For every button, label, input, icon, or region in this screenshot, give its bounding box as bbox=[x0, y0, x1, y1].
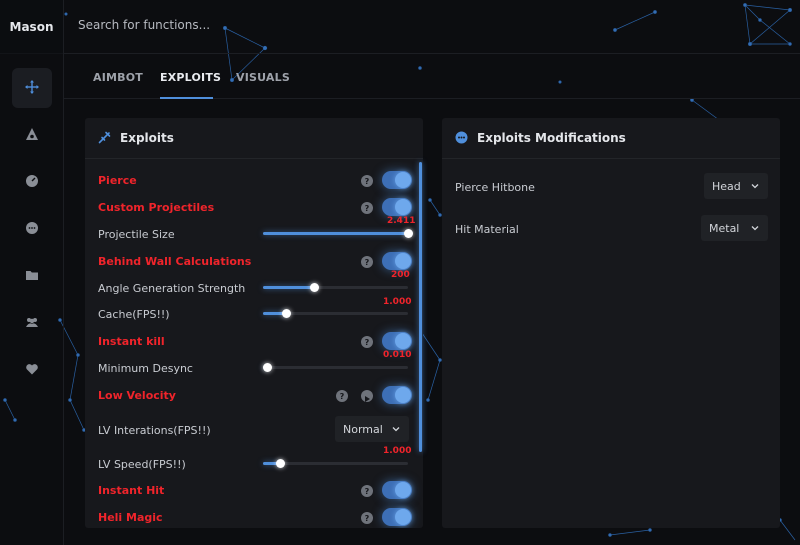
min-desync-label: Minimum Desync bbox=[98, 362, 193, 375]
behind-wall-toggle[interactable] bbox=[382, 252, 412, 270]
custom-projectiles-toggle[interactable] bbox=[382, 198, 412, 216]
exploits-panel-title: Exploits bbox=[120, 131, 174, 145]
cache-slider[interactable] bbox=[263, 309, 408, 318]
pierce-hitbone-selected: Head bbox=[712, 179, 741, 193]
angle-gen-value: 200 bbox=[391, 270, 410, 280]
gauge-icon bbox=[25, 173, 39, 192]
app-window: Mason Search for functions... AIMBOT EXP… bbox=[0, 0, 800, 545]
custom-projectiles-help-icon[interactable]: ? bbox=[361, 202, 373, 214]
folder-icon bbox=[25, 267, 39, 286]
pierce-help-icon[interactable]: ? bbox=[361, 175, 373, 187]
heli-magic-help-icon[interactable]: ? bbox=[361, 512, 373, 524]
exploits-panel-header: Exploits bbox=[85, 118, 423, 159]
low-velocity-help-icon[interactable]: ? bbox=[336, 390, 348, 402]
pierce-hitbone-dropdown[interactable]: Head bbox=[704, 173, 768, 199]
angle-gen-label: Angle Generation Strength bbox=[98, 282, 246, 295]
exploits-scrollbar[interactable] bbox=[419, 162, 422, 452]
users-icon bbox=[25, 314, 39, 333]
sidebar-item-favorites[interactable] bbox=[12, 350, 52, 390]
syringe-icon bbox=[98, 129, 111, 148]
sidebar-item-aimbot[interactable] bbox=[12, 68, 52, 108]
chevron-down-icon bbox=[751, 184, 759, 189]
sidebar-item-players[interactable] bbox=[12, 303, 52, 343]
behind-wall-help-icon[interactable]: ? bbox=[361, 256, 373, 268]
min-desync-value: 0.010 bbox=[383, 350, 412, 360]
instant-hit-help-icon[interactable]: ? bbox=[361, 485, 373, 497]
tab-bar: AIMBOT EXPLOITS VISUALS bbox=[64, 54, 800, 99]
exploits-panel: Exploits Pierce ? Custom Projectiles ? 2… bbox=[85, 118, 423, 528]
lv-iterations-label: LV Interations(FPS!!) bbox=[98, 424, 211, 437]
lv-speed-slider[interactable] bbox=[263, 459, 408, 468]
instant-kill-label: Instant kill bbox=[98, 335, 165, 348]
chat-bubble-icon bbox=[25, 220, 39, 239]
heart-icon bbox=[25, 361, 39, 380]
cache-value: 1.000 bbox=[383, 297, 412, 307]
hit-material-label: Hit Material bbox=[455, 223, 519, 236]
behind-wall-label: Behind Wall Calculations bbox=[98, 255, 252, 268]
lv-iterations-dropdown[interactable]: Normal bbox=[335, 416, 409, 442]
heli-magic-label: Heli Magic bbox=[98, 511, 163, 524]
low-velocity-label: Low Velocity bbox=[98, 389, 176, 402]
tab-visuals[interactable]: VISUALS bbox=[236, 71, 290, 84]
tab-exploits[interactable]: EXPLOITS bbox=[160, 71, 221, 84]
hit-material-dropdown[interactable]: Metal bbox=[701, 215, 768, 241]
top-bar: Mason bbox=[0, 0, 800, 54]
custom-projectiles-label: Custom Projectiles bbox=[98, 201, 215, 214]
low-velocity-toggle[interactable] bbox=[382, 386, 412, 404]
min-desync-slider[interactable] bbox=[263, 363, 408, 372]
sidebar bbox=[0, 54, 64, 545]
brand-label: Mason bbox=[0, 0, 64, 54]
projectile-size-value: 2.411 bbox=[387, 216, 416, 226]
sidebar-item-visuals[interactable] bbox=[12, 115, 52, 155]
exploits-mods-panel-header: Exploits Modifications bbox=[442, 118, 780, 159]
pierce-toggle[interactable] bbox=[382, 171, 412, 189]
cache-label: Cache(FPS!!) bbox=[98, 308, 170, 321]
tab-aimbot[interactable]: AIMBOT bbox=[93, 71, 143, 84]
instant-hit-toggle[interactable] bbox=[382, 481, 412, 499]
chevron-down-icon bbox=[751, 226, 759, 231]
pierce-hitbone-label: Pierce Hitbone bbox=[455, 181, 535, 194]
hit-material-selected: Metal bbox=[709, 221, 740, 235]
search-input[interactable] bbox=[78, 18, 378, 32]
exploits-mods-panel: Exploits Modifications Pierce Hitbone He… bbox=[442, 118, 780, 528]
sidebar-item-chat[interactable] bbox=[12, 209, 52, 249]
low-velocity-keybind-icon[interactable] bbox=[361, 390, 373, 402]
angle-gen-slider[interactable] bbox=[263, 283, 408, 292]
projectile-size-slider[interactable] bbox=[263, 229, 413, 238]
sidebar-item-files[interactable] bbox=[12, 256, 52, 296]
instant-kill-toggle[interactable] bbox=[382, 332, 412, 350]
active-tab-indicator bbox=[160, 97, 213, 99]
move-icon bbox=[25, 79, 39, 98]
instant-kill-help-icon[interactable]: ? bbox=[361, 336, 373, 348]
heli-magic-toggle[interactable] bbox=[382, 508, 412, 526]
instant-hit-label: Instant Hit bbox=[98, 484, 165, 497]
projectile-size-label: Projectile Size bbox=[98, 228, 175, 241]
lv-speed-label: LV Speed(FPS!!) bbox=[98, 458, 186, 471]
dots-circle-icon bbox=[455, 129, 468, 148]
lv-speed-value: 1.000 bbox=[383, 446, 412, 456]
pierce-label: Pierce bbox=[98, 174, 137, 187]
lv-iterations-selected: Normal bbox=[343, 422, 383, 436]
exploits-mods-panel-title: Exploits Modifications bbox=[477, 131, 626, 145]
eye-triangle-icon bbox=[25, 126, 39, 145]
chevron-down-icon bbox=[392, 427, 400, 432]
sidebar-item-misc[interactable] bbox=[12, 162, 52, 202]
